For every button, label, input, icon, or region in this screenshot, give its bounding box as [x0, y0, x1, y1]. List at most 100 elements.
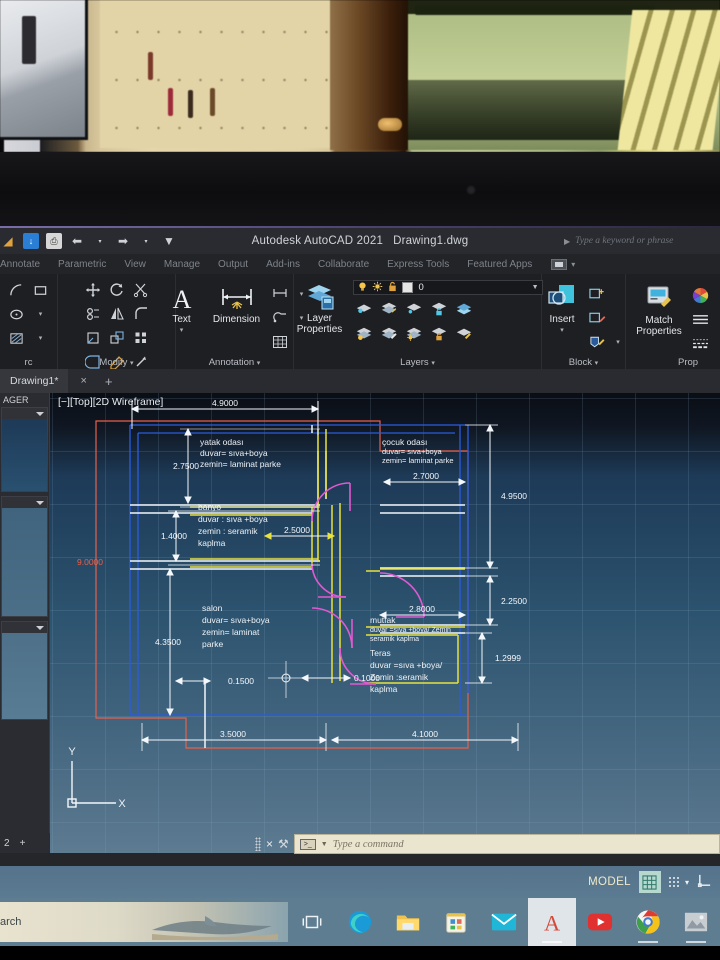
dimension-button[interactable]: Dimension: [211, 281, 263, 326]
layer-isolate-icon[interactable]: [353, 298, 375, 320]
scale-icon[interactable]: [106, 327, 128, 349]
new-tab-icon[interactable]: +: [99, 374, 119, 389]
close-tab-icon[interactable]: ×: [68, 375, 98, 387]
file-explorer-icon[interactable]: [384, 898, 432, 946]
tab-addins[interactable]: Add-ins: [257, 259, 309, 270]
tab-express-tools[interactable]: Express Tools: [378, 259, 458, 270]
copy-icon[interactable]: [82, 303, 104, 325]
array-icon[interactable]: [130, 327, 152, 349]
create-block-icon[interactable]: [586, 283, 608, 305]
taskbar-search[interactable]: arch: [0, 902, 288, 942]
mail-icon[interactable]: [480, 898, 528, 946]
add-layout-icon[interactable]: +: [20, 838, 26, 849]
command-input[interactable]: >_ ▼ Type a command: [293, 834, 720, 854]
lineweight-icon[interactable]: [689, 332, 711, 354]
chevron-down-icon[interactable]: [36, 411, 44, 416]
layer-dropdown[interactable]: 0 ▼: [352, 279, 543, 297]
hatch-icon[interactable]: [6, 327, 28, 349]
layer-freeze-icon[interactable]: [372, 279, 383, 297]
ellipse-dropdown-icon[interactable]: ▾: [30, 303, 52, 325]
ellipse-icon[interactable]: [6, 303, 28, 325]
layer-merge-icon[interactable]: [453, 298, 475, 320]
close-command-line-icon[interactable]: ×: [266, 837, 273, 851]
layer-lock-tool-icon[interactable]: [428, 298, 450, 320]
layer-on-icon[interactable]: [357, 279, 368, 297]
ribbon-display-icon[interactable]: [551, 258, 568, 270]
layout-tabs[interactable]: 2 +: [0, 833, 50, 853]
palette-section-3[interactable]: [1, 621, 48, 720]
layer-on-tool-icon[interactable]: [353, 323, 375, 345]
command-line-settings-icon[interactable]: ⚒: [278, 837, 289, 851]
rotate-icon[interactable]: [106, 279, 128, 301]
layer-lock-icon[interactable]: [387, 279, 398, 297]
annotation-panel-caret-icon[interactable]: ▾: [257, 360, 261, 367]
microsoft-store-icon[interactable]: [432, 898, 480, 946]
palette-section-1-collapse[interactable]: [2, 408, 47, 419]
text-button[interactable]: A Text ▾: [159, 281, 205, 334]
chevron-down-icon[interactable]: [36, 500, 44, 505]
file-tab-drawing1[interactable]: Drawing1*: [0, 369, 69, 393]
insert-dropdown-icon[interactable]: ▾: [560, 326, 564, 334]
leader-icon[interactable]: [269, 283, 291, 305]
layers-panel-caret-icon[interactable]: ▾: [431, 360, 435, 367]
autocad-icon[interactable]: A: [528, 898, 576, 946]
youtube-icon[interactable]: [576, 898, 624, 946]
layer-dropdown-caret-icon[interactable]: ▼: [532, 284, 539, 291]
define-attributes-icon[interactable]: [586, 331, 608, 353]
insert-button[interactable]: Insert ▾: [541, 281, 583, 334]
layer-freeze-tool-icon[interactable]: [403, 298, 425, 320]
chrome-icon[interactable]: [624, 898, 672, 946]
command-history-caret-icon[interactable]: ▼: [321, 841, 328, 848]
layer-properties-button[interactable]: Layer Properties: [293, 280, 347, 335]
ribbon-display-caret-icon[interactable]: ▾: [571, 260, 575, 269]
grid-icon[interactable]: [638, 871, 661, 893]
snap-dropdown-icon[interactable]: ▾: [683, 878, 697, 887]
workspace-switcher[interactable]: ▾: [551, 258, 575, 270]
mirror-icon[interactable]: [106, 303, 128, 325]
tab-annotate[interactable]: Annotate: [0, 259, 49, 270]
move-icon[interactable]: [82, 279, 104, 301]
palette-section-2[interactable]: [1, 496, 48, 617]
layer-thaw-icon[interactable]: [403, 323, 425, 345]
tab-output[interactable]: Output: [209, 259, 257, 270]
command-line-grip[interactable]: [255, 837, 261, 851]
block-panel-caret-icon[interactable]: ▾: [595, 360, 599, 367]
ucs-status-icon[interactable]: [697, 873, 720, 891]
photo-app-icon[interactable]: [672, 898, 720, 946]
command-prompt-icon[interactable]: >_: [299, 838, 316, 850]
task-view-icon[interactable]: [288, 898, 336, 946]
layer-color-swatch[interactable]: [401, 282, 413, 293]
rectangle-icon[interactable]: [30, 279, 52, 301]
tab-manage[interactable]: Manage: [155, 259, 209, 270]
layer-unlock-icon[interactable]: [428, 323, 450, 345]
color-wheel-icon[interactable]: [689, 284, 711, 306]
tab-collaborate[interactable]: Collaborate: [309, 259, 378, 270]
drawing-canvas[interactable]: [−][Top][2D Wireframe] 4.9000 2.7500 1.4…: [50, 393, 720, 853]
tab-parametric[interactable]: Parametric: [49, 259, 115, 270]
multileader-icon[interactable]: [269, 307, 291, 329]
layer-edit-icon[interactable]: [378, 323, 400, 345]
edge-icon[interactable]: [336, 898, 384, 946]
chevron-down-icon[interactable]: [36, 625, 44, 630]
tab-featured-apps[interactable]: Featured Apps: [458, 259, 541, 270]
linetype-icon[interactable]: [689, 308, 711, 330]
table-icon[interactable]: [269, 331, 291, 353]
hatch-dropdown-icon[interactable]: ▾: [30, 327, 52, 349]
snap-mode-icon[interactable]: [665, 873, 683, 891]
palette-section-2-collapse[interactable]: [2, 497, 47, 508]
layer-match-icon[interactable]: [453, 323, 475, 345]
tab-view[interactable]: View: [115, 259, 155, 270]
stretch-icon[interactable]: [82, 327, 104, 349]
layer-unisolate-icon[interactable]: [378, 298, 400, 320]
edit-block-icon[interactable]: [586, 307, 608, 329]
arc-icon[interactable]: [6, 279, 28, 301]
palette-section-1[interactable]: [1, 407, 48, 492]
text-dropdown-icon[interactable]: ▾: [180, 326, 184, 334]
fillet-icon[interactable]: [130, 303, 152, 325]
match-properties-button[interactable]: Match Properties: [631, 282, 687, 337]
infocenter-search[interactable]: ▶ Type a keyword or phrase: [564, 233, 714, 249]
modify-panel-caret-icon[interactable]: ▾: [130, 360, 134, 367]
search-expand-icon[interactable]: ▶: [564, 237, 570, 246]
model-space-button[interactable]: MODEL: [580, 876, 639, 888]
trim-icon[interactable]: [130, 279, 152, 301]
